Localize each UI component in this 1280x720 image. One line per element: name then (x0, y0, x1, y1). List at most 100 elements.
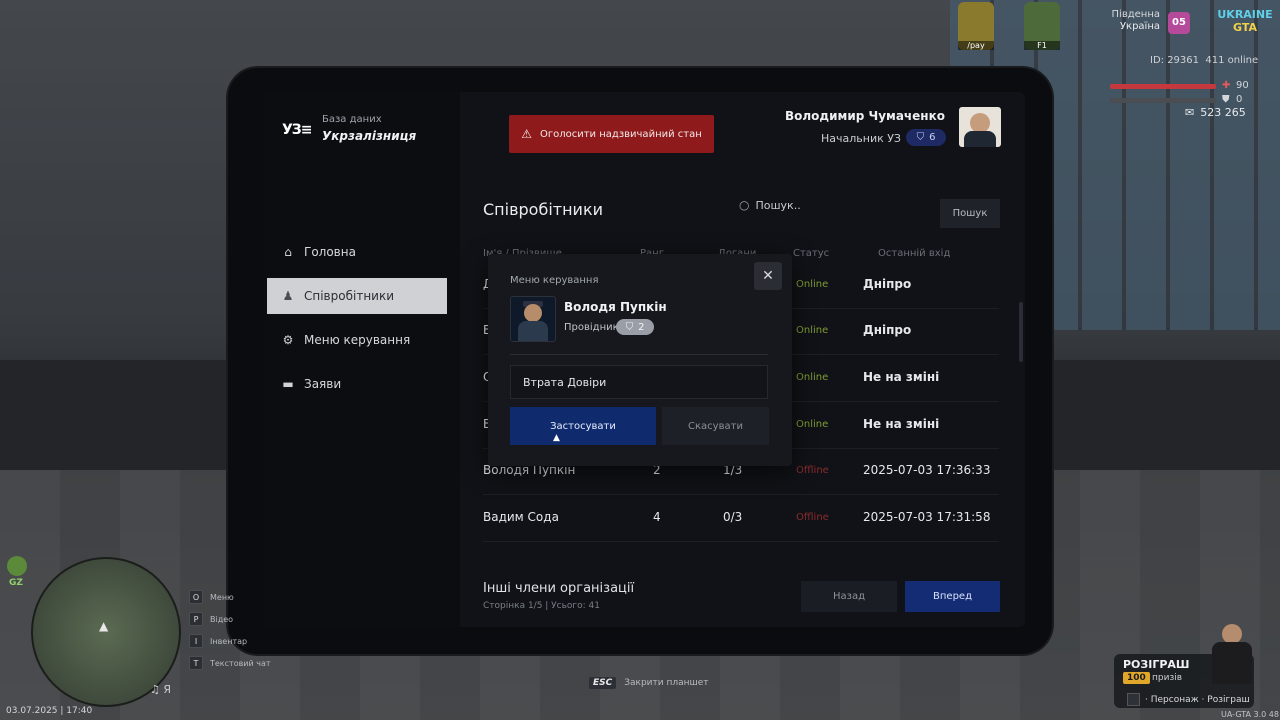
sidebar-item-label: Головна (304, 245, 356, 259)
mic-icon: ♫ (150, 683, 160, 696)
user-level-badge: ⛉ 6 (906, 129, 946, 146)
cancel-button[interactable]: Скасувати (662, 407, 769, 445)
row-status: Offline (796, 465, 829, 476)
search-button[interactable]: Пошук (940, 199, 1000, 228)
sidebar-item-employees[interactable]: ♟ Співробітники (267, 278, 447, 314)
giveaway-footer: · Персонаж · Розіграш (1127, 693, 1250, 706)
warning-icon: ⚠ (521, 127, 532, 141)
hotkey-menu: O Меню (189, 590, 234, 604)
health-icon: ✚ (1222, 80, 1231, 91)
row-last-login: Дніпро (863, 277, 912, 291)
row-last-login: Дніпро (863, 323, 912, 337)
money-value: 523 265 (1200, 106, 1246, 119)
back-button[interactable]: Назад (801, 581, 897, 612)
mic-key-label: Я (163, 683, 172, 696)
armor-bar (1110, 98, 1216, 103)
character-head (1222, 624, 1242, 644)
reason-input[interactable]: Втрата Довіри (510, 365, 768, 399)
greenzone-icon (7, 556, 27, 576)
hotkey-label: Відео (210, 614, 234, 624)
uz-logo: УЗ≡ (282, 122, 313, 138)
user-role: Начальник УЗ (820, 132, 901, 145)
avatar-body (518, 321, 548, 341)
microphone-key: ♫ Я (150, 683, 171, 696)
table-row[interactable]: Вадим Сода 4 0/3 Offline 2025-07-03 17:3… (483, 495, 999, 542)
giveaway-title: РОЗІГРАШ (1123, 658, 1190, 671)
version-extra: 48 (1268, 710, 1279, 719)
sidebar-item-applications[interactable]: ▬ Заяви (267, 366, 447, 402)
modal-title: Меню керування (510, 275, 599, 286)
sidebar-item-label: Заяви (304, 377, 342, 391)
health-bar (1110, 84, 1216, 89)
giveaway-characters (1202, 624, 1252, 684)
hotkey-video: P Відео (189, 612, 233, 626)
hud-car-f1[interactable]: F1 (1024, 2, 1060, 50)
hotkey: P (189, 612, 203, 626)
player-arrow-icon: ▲ (99, 619, 109, 633)
row-last-login: 2025-07-03 17:31:58 (863, 510, 991, 524)
money-icon: ✉ (1185, 106, 1195, 119)
esc-key: ESC (589, 677, 617, 689)
close-button[interactable]: ✕ (754, 262, 782, 290)
hotkey: I (189, 634, 203, 648)
apply-button[interactable]: Застосувати (510, 407, 656, 445)
column-header-status: Статус (793, 248, 830, 259)
employee-level: 2 (638, 321, 645, 333)
sidebar-item-home[interactable]: ⌂ Головна (267, 234, 447, 270)
database-title: Укрзалізниця (322, 129, 417, 143)
row-status: Online (796, 279, 829, 290)
row-rank: 4 (653, 510, 661, 524)
row-status: Offline (796, 512, 829, 523)
datetime: 03.07.2025 | 17:40 (6, 706, 93, 716)
hud-region-line1: Південна (1111, 9, 1160, 20)
employee-role: Провідник (564, 322, 619, 333)
mouse-cursor-icon: ▲ (553, 433, 560, 443)
avatar-head (970, 113, 990, 133)
row-status: Online (796, 325, 829, 336)
users-icon: ♟ (282, 289, 294, 303)
version-text: UA-GTA 3.0 (1221, 710, 1267, 719)
search-field[interactable]: ○ Пошук.. (739, 198, 801, 212)
sidebar-item-label: Співробітники (304, 289, 395, 303)
emergency-button[interactable]: ⚠ Оголосити надзвичайний стан (509, 115, 714, 153)
giveaway-prizes: призів (1152, 673, 1183, 683)
hotkey-label: Текстовий чат (210, 658, 271, 668)
hud-car-pay[interactable]: /pay (958, 2, 994, 50)
character-body (1212, 642, 1252, 684)
folder-icon: ▬ (282, 377, 294, 391)
close-tablet-hint: ESC Закрити планшет (589, 677, 709, 689)
avatar-head (524, 304, 542, 322)
rail-icon: ≡ (300, 122, 313, 138)
pagination-info: Сторінка 1/5 | Усього: 41 (483, 601, 601, 611)
row-name: Вадим Сода (483, 510, 559, 524)
user-name: Володимир Чумаченко (785, 109, 945, 123)
row-last-login: 2025-07-03 17:36:33 (863, 463, 991, 477)
home-icon: ⌂ (284, 245, 292, 259)
sidebar-item-control-menu[interactable]: ⚙ Меню керування (267, 322, 447, 358)
row-status: Online (796, 372, 829, 383)
next-button[interactable]: Вперед (905, 581, 1000, 612)
user-level: 6 (929, 132, 936, 143)
hotkey-label: Інвентар (210, 636, 248, 646)
employee-level-badge: ⛉ 2 (616, 319, 654, 335)
game-logo-top: UKRAINE (1217, 8, 1273, 21)
game-logo: UKRAINE GTA (1214, 8, 1276, 40)
page-title: Співробітники (483, 200, 604, 219)
table-scrollbar[interactable] (1019, 302, 1023, 362)
esc-hint-text: Закрити планшет (624, 678, 709, 688)
modal-divider (510, 354, 768, 355)
row-last-login: Не на зміні (863, 370, 940, 384)
sidebar-item-label: Меню керування (304, 333, 411, 347)
hud-id: ID: 29361 (1150, 55, 1200, 66)
hud-region: Південна Україна (1112, 9, 1160, 33)
control-modal: Меню керування ✕ Володя Пупкін Провідник… (488, 254, 792, 466)
shield-icon: ⛉ (625, 321, 634, 333)
emergency-button-label: Оголосити надзвичайний стан (539, 128, 702, 140)
row-warns: 0/3 (723, 510, 743, 524)
employee-avatar (510, 296, 556, 342)
hotkey-label: Меню (210, 592, 234, 602)
search-input[interactable]: Пошук.. (755, 199, 800, 212)
hotkey-chat: T Текстовий чат (189, 656, 271, 670)
hud-online: 411 online (1205, 55, 1259, 66)
uz-logo-text: УЗ (282, 122, 302, 138)
